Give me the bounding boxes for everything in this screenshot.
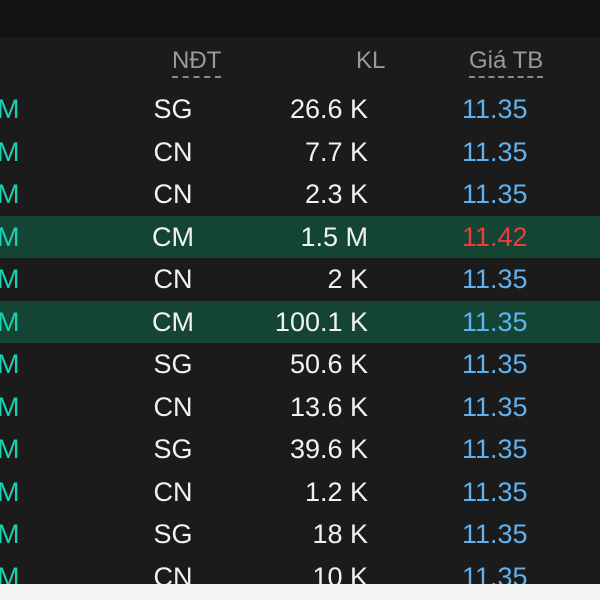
table-row[interactable]: M SG 39.6 K 11.35 bbox=[0, 428, 600, 471]
volume-cell: 2.3 K bbox=[304, 179, 368, 209]
table-header: NĐT KL Giá TB bbox=[0, 38, 600, 88]
investor-cell: CN bbox=[153, 476, 193, 507]
bottom-bar bbox=[0, 584, 600, 600]
table-row[interactable]: M CN 1.2 K 11.35 bbox=[0, 471, 600, 514]
table-row[interactable]: M CN 7.7 K 11.35 bbox=[0, 131, 600, 174]
table-row[interactable]: M CN 13.6 K 11.35 bbox=[0, 386, 600, 429]
volume-cell: 1.5 M bbox=[300, 221, 368, 252]
table-row[interactable]: M SG 50.6 K 11.35 bbox=[0, 343, 600, 386]
avg-price-cell: 11.35 bbox=[462, 306, 528, 337]
avg-price-cell: 11.35 bbox=[462, 349, 528, 379]
volume-cell: 10 K bbox=[312, 561, 368, 585]
table-row[interactable]: M CM 1.5 M 11.42 bbox=[0, 215, 600, 258]
volume-cell: 100.1 K bbox=[274, 306, 368, 337]
side-cell: M bbox=[0, 434, 20, 464]
avg-price-cell: 11.35 bbox=[462, 264, 528, 294]
top-bar bbox=[0, 0, 600, 38]
table-row[interactable]: M SG 26.6 K 11.35 bbox=[0, 88, 600, 131]
volume-cell: 1.2 K bbox=[304, 476, 368, 507]
volume-cell: 39.6 K bbox=[289, 434, 368, 464]
avg-price-cell: 11.35 bbox=[462, 434, 528, 464]
table-row[interactable]: M SG 18 K 11.35 bbox=[0, 513, 600, 556]
investor-cell: SG bbox=[153, 349, 193, 379]
avg-price-cell: 11.35 bbox=[462, 476, 528, 507]
side-cell: M bbox=[0, 306, 20, 337]
table-row[interactable]: M CN 10 K 11.35 bbox=[0, 556, 600, 585]
volume-cell: 26.6 K bbox=[289, 94, 368, 124]
investor-cell: CM bbox=[152, 306, 194, 337]
volume-cell: 7.7 K bbox=[304, 136, 368, 167]
volume-cell: 50.6 K bbox=[289, 349, 368, 379]
side-cell: M bbox=[0, 221, 20, 252]
table-body: M SG 26.6 K 11.35 M CN 7.7 K 11.35 M CN 2.3 K 11.35… bbox=[0, 88, 600, 584]
avg-price-cell: 11.35 bbox=[462, 391, 528, 422]
avg-price-cell: 11.35 bbox=[462, 519, 528, 549]
side-cell: M bbox=[0, 264, 20, 294]
avg-price-cell: 11.35 bbox=[462, 94, 528, 124]
header-avg-price[interactable]: Giá TB bbox=[469, 47, 544, 78]
side-cell: M bbox=[0, 561, 20, 585]
side-cell: M bbox=[0, 179, 20, 209]
side-cell: M bbox=[0, 94, 20, 124]
avg-price-cell: 11.35 bbox=[462, 561, 528, 585]
investor-cell: SG bbox=[153, 434, 193, 464]
header-volume[interactable]: KL bbox=[356, 47, 385, 75]
volume-cell: 18 K bbox=[312, 519, 368, 549]
header-investor[interactable]: NĐT bbox=[172, 47, 222, 78]
investor-cell: CN bbox=[153, 391, 193, 422]
side-cell: M bbox=[0, 391, 20, 422]
transactions-table: NĐT KL Giá TB M SG 26.6 K 11.35 M CN 7.7 K 11.3… bbox=[0, 38, 600, 584]
table-row[interactable]: M CN 2.3 K 11.35 bbox=[0, 173, 600, 216]
investor-cell: SG bbox=[153, 519, 193, 549]
avg-price-cell: 11.35 bbox=[462, 179, 528, 209]
investor-cell: CN bbox=[153, 561, 193, 585]
investor-cell: CN bbox=[153, 136, 193, 167]
investor-cell: SG bbox=[153, 94, 193, 124]
table-row[interactable]: M CN 2 K 11.35 bbox=[0, 258, 600, 301]
side-cell: M bbox=[0, 519, 20, 549]
volume-cell: 13.6 K bbox=[289, 391, 368, 422]
volume-cell: 2 K bbox=[327, 264, 368, 294]
investor-cell: CN bbox=[153, 179, 193, 209]
side-cell: M bbox=[0, 476, 20, 507]
avg-price-cell: 11.35 bbox=[462, 136, 528, 167]
table-row[interactable]: M CM 100.1 K 11.35 bbox=[0, 300, 600, 343]
side-cell: M bbox=[0, 349, 20, 379]
side-cell: M bbox=[0, 136, 20, 167]
avg-price-cell: 11.42 bbox=[462, 221, 528, 252]
investor-cell: CM bbox=[152, 221, 194, 252]
investor-cell: CN bbox=[153, 264, 193, 294]
